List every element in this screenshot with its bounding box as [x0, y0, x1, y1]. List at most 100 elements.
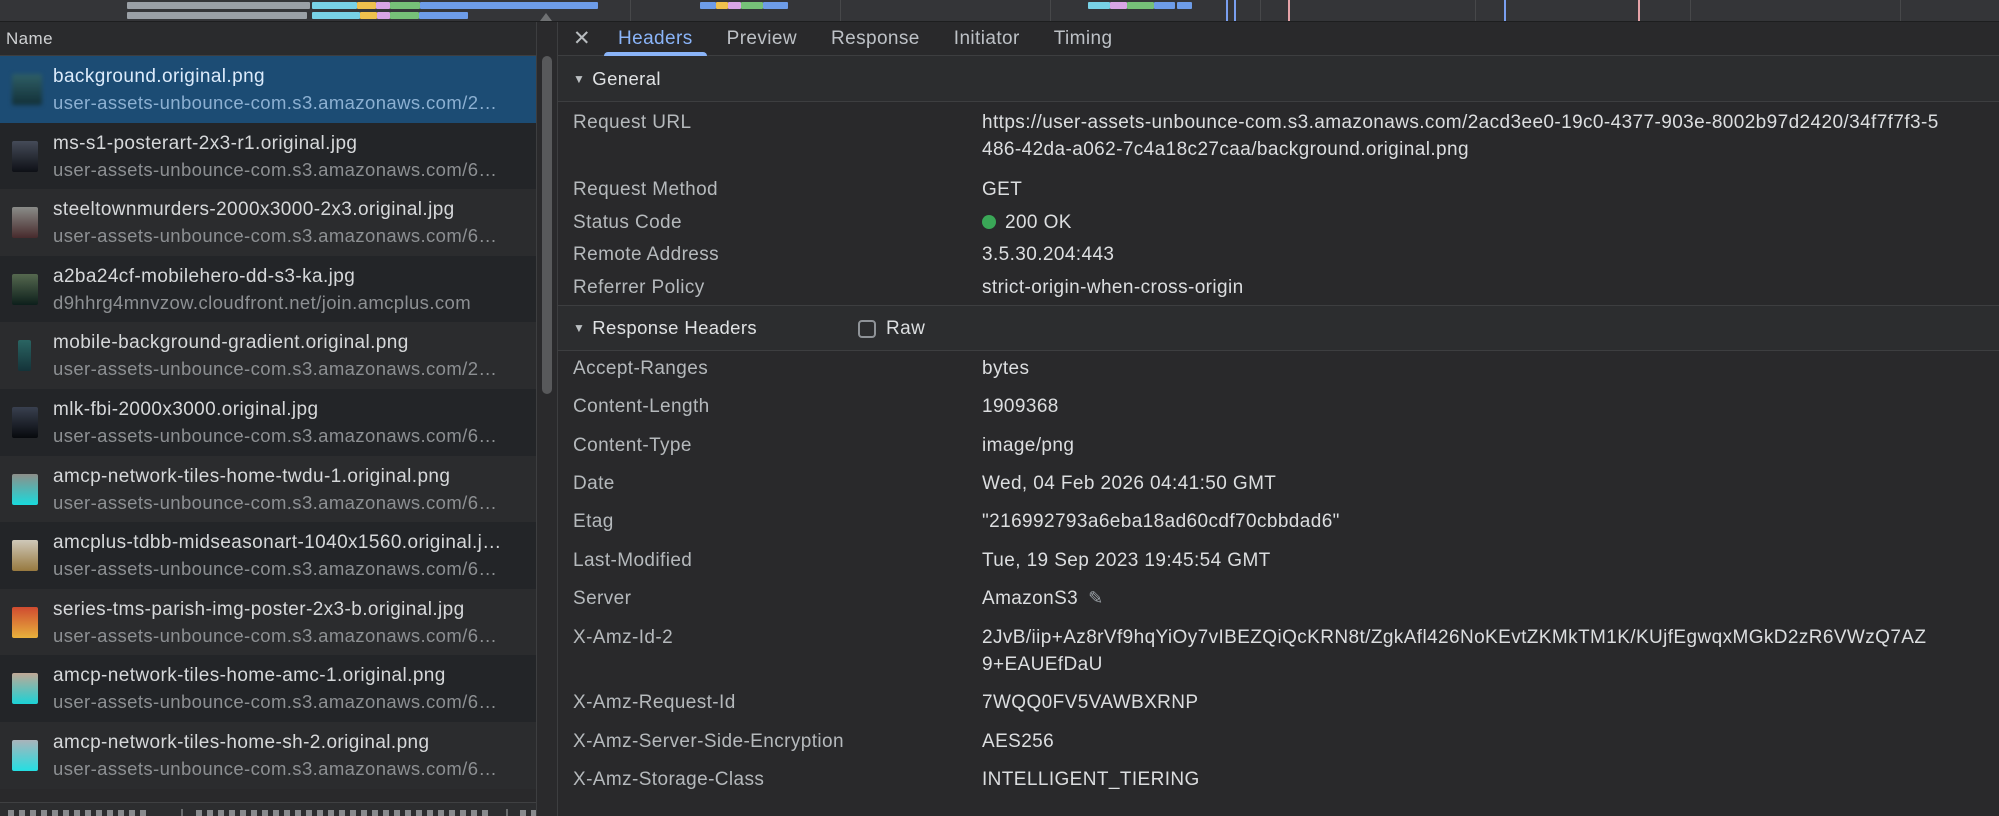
tab-initiator[interactable]: Initiator: [952, 22, 1022, 56]
request-domain: user-assets-unbounce-com.s3.amazonaws.co…: [53, 356, 530, 382]
request-thumbnail: [12, 474, 38, 505]
request-row[interactable]: mlk-fbi-2000x3000.original.jpg user-asse…: [0, 389, 536, 456]
header-row: X-Amz-Request-Id 7WQQ0FV5VAWBXRNP: [558, 687, 1999, 725]
status-text-remnant: [520, 810, 537, 816]
status-bar: [0, 802, 537, 816]
request-row[interactable]: background.original.png user-assets-unbo…: [0, 56, 536, 123]
overview-request-bar: [716, 2, 728, 9]
header-name: X-Amz-Id-2: [573, 621, 982, 651]
overview-marker-icon: [540, 13, 552, 21]
header-value: image/png: [982, 430, 1999, 461]
overview-request-bar: [1110, 2, 1127, 9]
request-name: series-tms-parish-img-poster-2x3-b.origi…: [53, 597, 530, 623]
header-row: Accept-Ranges bytes: [558, 353, 1999, 391]
overview-request-bar: [377, 12, 390, 19]
header-name: Content-Type: [573, 430, 982, 461]
overview-event-line: [1504, 0, 1506, 22]
request-row[interactable]: ms-s1-posterart-2x3-r1.original.jpg user…: [0, 123, 536, 190]
header-row: Referrer Policy strict-origin-when-cross…: [558, 272, 1999, 305]
request-name: a2ba24cf-mobilehero-dd-s3-ka.jpg: [53, 264, 530, 290]
header-value: 2JvB/iip+Az8rVf9hqYiOy7vIBEZQiQcKRN8t/Zg…: [982, 621, 1999, 678]
header-name: Referrer Policy: [573, 272, 982, 303]
overview-event-line: [1234, 0, 1236, 22]
scrollbar-thumb[interactable]: [542, 56, 552, 394]
overview-request-bar: [376, 2, 390, 9]
request-row[interactable]: steeltownmurders-2000x3000-2x3.original.…: [0, 189, 536, 256]
request-name: amcp-network-tiles-home-twdu-1.original.…: [53, 464, 530, 490]
request-row[interactable]: amcp-network-tiles-home-twdu-1.original.…: [0, 456, 536, 523]
overview-grid-tick: [630, 0, 631, 22]
overview-request-bar: [127, 2, 310, 9]
tab-preview[interactable]: Preview: [725, 22, 799, 56]
header-name: Last-Modified: [573, 545, 982, 576]
header-value: AmazonS3 ✎: [982, 583, 1999, 614]
header-name: X-Amz-Storage-Class: [573, 764, 982, 795]
request-domain: user-assets-unbounce-com.s3.amazonaws.co…: [53, 223, 530, 249]
header-row: Status Code 200 OK: [558, 207, 1999, 240]
chevron-down-icon: ▼: [573, 321, 585, 335]
request-thumbnail: [12, 207, 38, 238]
section-general[interactable]: ▼ General: [558, 56, 1999, 102]
request-row[interactable]: amcplus-tdbb-midseasonart-1040x1560.orig…: [0, 522, 536, 589]
header-value: Tue, 19 Sep 2023 19:45:54 GMT: [982, 545, 1999, 576]
overview-request-bar: [763, 2, 788, 9]
header-value: bytes: [982, 353, 1999, 384]
request-row[interactable]: mobile-background-gradient.original.png …: [0, 322, 536, 389]
overview-event-line: [1226, 0, 1228, 22]
overview-request-bar: [1127, 2, 1154, 9]
request-row[interactable]: series-tms-parish-img-poster-2x3-b.origi…: [0, 589, 536, 656]
request-row[interactable]: a2ba24cf-mobilehero-dd-s3-ka.jpg d9hhrg4…: [0, 256, 536, 323]
overview-request-bar: [728, 2, 741, 9]
overview-request-bar: [1088, 2, 1110, 9]
status-text-remnant: [196, 810, 490, 816]
overview-request-bar: [357, 2, 376, 9]
request-domain: user-assets-unbounce-com.s3.amazonaws.co…: [53, 756, 530, 782]
raw-toggle: Raw: [858, 306, 925, 352]
header-name: Server: [573, 583, 982, 614]
header-name: Request URL: [573, 106, 982, 136]
header-name: Remote Address: [573, 239, 982, 270]
header-name: Request Method: [573, 174, 982, 205]
header-row: Date Wed, 04 Feb 2026 04:41:50 GMT: [558, 468, 1999, 506]
section-response-headers[interactable]: ▼ Response Headers Raw: [558, 305, 1999, 351]
overview-request-bar: [390, 2, 420, 9]
header-name: Etag: [573, 506, 982, 537]
tab-timing[interactable]: Timing: [1052, 22, 1115, 56]
request-domain: user-assets-unbounce-com.s3.amazonaws.co…: [53, 490, 530, 516]
header-value: 3.5.30.204:443: [982, 239, 1999, 270]
edit-pencil-icon[interactable]: ✎: [1088, 583, 1103, 614]
header-name: X-Amz-Server-Side-Encryption: [573, 726, 982, 757]
header-value: "216992793a6eba18ad60cdf70cbbdad6": [982, 506, 1999, 537]
header-name: Accept-Ranges: [573, 353, 982, 384]
header-row: Etag "216992793a6eba18ad60cdf70cbbdad6": [558, 506, 1999, 544]
list-scrollbar[interactable]: [537, 22, 558, 816]
request-row[interactable]: amcp-network-tiles-home-amc-1.original.p…: [0, 655, 536, 722]
header-name: Status Code: [573, 207, 982, 238]
overview-grid-tick: [1260, 0, 1261, 22]
request-domain: user-assets-unbounce-com.s3.amazonaws.co…: [53, 556, 530, 582]
header-name: Content-Length: [573, 391, 982, 422]
raw-checkbox[interactable]: [858, 320, 876, 338]
overview-request-bar: [1154, 2, 1175, 9]
network-overview-timeline[interactable]: [0, 0, 1999, 22]
request-name: mlk-fbi-2000x3000.original.jpg: [53, 397, 530, 423]
request-domain: user-assets-unbounce-com.s3.amazonaws.co…: [53, 623, 530, 649]
close-icon[interactable]: ✕: [568, 25, 596, 53]
request-name: ms-s1-posterart-2x3-r1.original.jpg: [53, 131, 530, 157]
tab-headers[interactable]: Headers: [616, 22, 695, 56]
name-column-header[interactable]: Name: [0, 22, 536, 56]
section-title: Response Headers: [592, 317, 757, 339]
request-domain: user-assets-unbounce-com.s3.amazonaws.co…: [53, 423, 530, 449]
status-ok-dot: [982, 215, 996, 229]
request-name: mobile-background-gradient.original.png: [53, 330, 530, 356]
overview-grid-tick: [1475, 0, 1476, 22]
header-row: X-Amz-Server-Side-Encryption AES256: [558, 726, 1999, 764]
tab-response[interactable]: Response: [829, 22, 922, 56]
header-value: 1909368: [982, 391, 1999, 422]
header-row: Remote Address 3.5.30.204:443: [558, 239, 1999, 272]
header-value: GET: [982, 174, 1999, 205]
overview-request-bar: [360, 12, 377, 19]
chevron-down-icon: ▼: [573, 72, 585, 86]
request-row[interactable]: amcp-network-tiles-home-sh-2.original.pn…: [0, 722, 536, 789]
overview-request-bar: [420, 2, 598, 9]
